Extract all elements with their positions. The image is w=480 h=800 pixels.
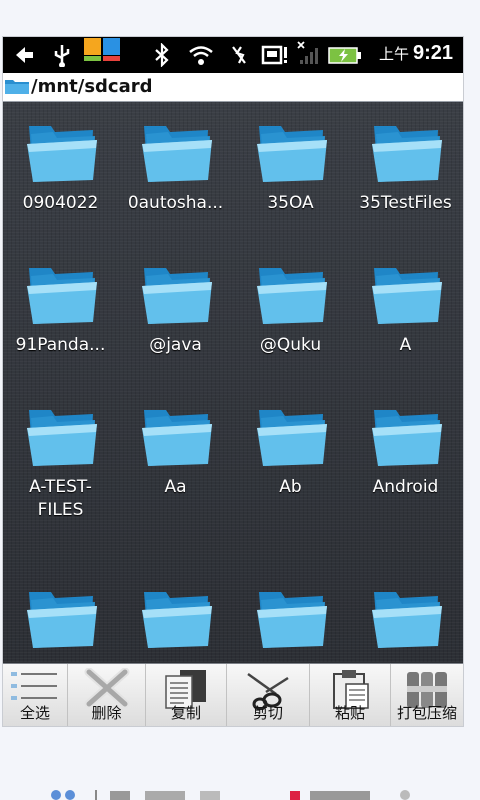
- usb-icon: [54, 45, 70, 67]
- folder-item[interactable]: 35TestFiles: [348, 122, 463, 215]
- wifi-icon: [189, 46, 213, 65]
- no-signal-icon: [232, 46, 246, 64]
- folder-icon: [26, 268, 97, 324]
- folder-icon: [26, 126, 97, 182]
- folder-label: 35OA: [267, 193, 314, 213]
- folder-icon: [256, 592, 327, 648]
- folder-item[interactable]: 0autosha...: [118, 122, 233, 215]
- host-toolbar-strip: [51, 790, 410, 800]
- bottom-toolbar: 全选 删除 复制 剪切 粘贴 打包压缩: [3, 663, 463, 726]
- folder-icon: [26, 410, 97, 466]
- clock: 上午 9:21: [379, 42, 453, 65]
- folder-label: A-TEST-FILES: [29, 477, 92, 520]
- copy-label: 复制: [170, 704, 201, 722]
- app-icon: [84, 38, 120, 61]
- folder-item[interactable]: @java: [118, 264, 233, 357]
- status-bar: 上午 9:21: [3, 37, 463, 73]
- folder-label: Aa: [164, 477, 187, 497]
- folder-label: A: [399, 335, 412, 355]
- cut-label: 剪切: [252, 704, 283, 722]
- battery-charging-icon: [328, 47, 361, 64]
- folder-icon: [141, 410, 212, 466]
- folder-icon: [141, 126, 212, 182]
- back-icon: [16, 47, 33, 63]
- bluetooth-icon: [155, 43, 169, 67]
- folder-item[interactable]: Aa: [118, 406, 233, 499]
- copy-button[interactable]: 复制: [146, 664, 227, 726]
- phone-screen: 上午 9:21 /mnt/sdcard 0904022 0autosha... …: [3, 37, 463, 726]
- folder-item[interactable]: A-TEST-FILES: [3, 406, 118, 522]
- folder-item[interactable]: Ab: [233, 406, 348, 499]
- folder-icon: [371, 410, 442, 466]
- delete-button[interactable]: 删除: [68, 664, 146, 726]
- paste-label: 粘贴: [334, 704, 365, 722]
- folder-icon: [371, 126, 442, 182]
- clock-ampm: 上午: [378, 46, 409, 63]
- folder-item[interactable]: 91Panda...: [3, 264, 118, 357]
- folder-item[interactable]: [3, 588, 118, 650]
- folder-icon: [256, 410, 327, 466]
- compress-label: 打包压缩: [396, 704, 457, 722]
- folder-label: Ab: [279, 477, 302, 497]
- clock-time: 9:21: [412, 42, 453, 64]
- select-all-button[interactable]: 全选: [3, 664, 68, 726]
- compress-button[interactable]: 打包压缩: [391, 664, 463, 726]
- folder-label: 0autosha...: [127, 193, 224, 213]
- path-bar[interactable]: /mnt/sdcard: [3, 73, 463, 102]
- folder-label: 35TestFiles: [359, 193, 452, 213]
- delete-label: 删除: [91, 704, 122, 722]
- folder-icon: [256, 126, 327, 182]
- folder-label: 0904022: [22, 193, 99, 213]
- folder-grid[interactable]: 0904022 0autosha... 35OA 35TestFiles 91P…: [3, 102, 463, 662]
- folder-label: 91Panda...: [15, 335, 106, 355]
- folder-icon: [371, 268, 442, 324]
- folder-item[interactable]: A: [348, 264, 463, 357]
- folder-item[interactable]: 0904022: [3, 122, 118, 215]
- folder-item[interactable]: [348, 588, 463, 650]
- folder-icon: [141, 592, 212, 648]
- folder-item[interactable]: 35OA: [233, 122, 348, 215]
- folder-label: @java: [149, 335, 202, 355]
- paste-button[interactable]: 粘贴: [310, 664, 391, 726]
- folder-icon: [5, 80, 29, 94]
- current-path: /mnt/sdcard: [31, 76, 153, 97]
- folder-icon: [141, 268, 212, 324]
- signal-icon: [297, 41, 318, 64]
- sd-alert-icon: [261, 45, 287, 65]
- folder-icon: [371, 592, 442, 648]
- folder-label: @Quku: [259, 335, 322, 355]
- folder-icon: [256, 268, 327, 324]
- folder-item[interactable]: Android: [348, 406, 463, 499]
- folder-item[interactable]: @Quku: [233, 264, 348, 357]
- folder-icon: [26, 592, 97, 648]
- select-all-label: 全选: [19, 704, 50, 722]
- folder-item[interactable]: [233, 588, 348, 650]
- folder-item[interactable]: [118, 588, 233, 650]
- folder-label: Android: [372, 477, 439, 497]
- cut-button[interactable]: 剪切: [227, 664, 310, 726]
